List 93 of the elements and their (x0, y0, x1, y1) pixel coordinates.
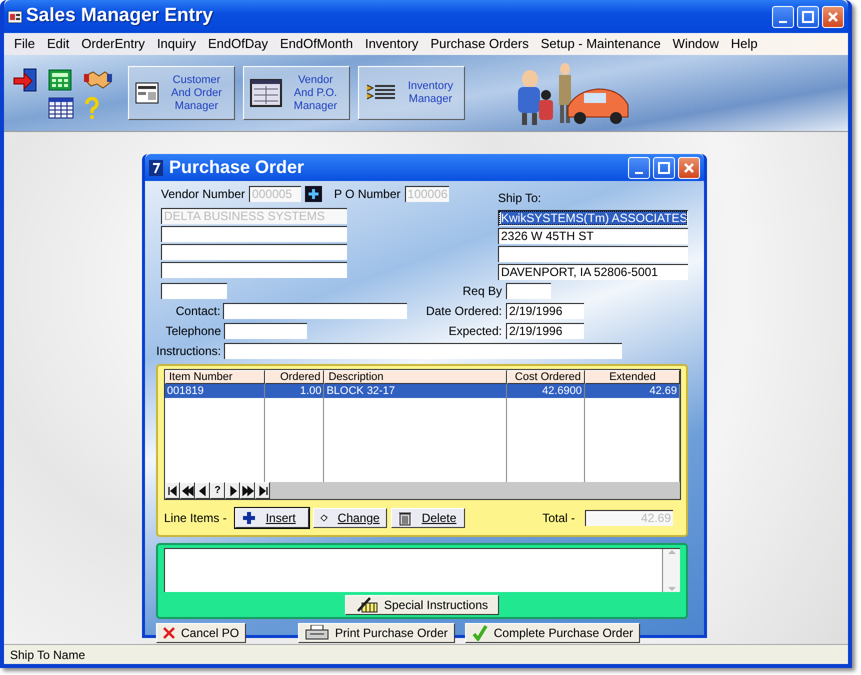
input-field[interactable] (224, 343, 622, 359)
field-label: Req By (462, 283, 502, 300)
input-field[interactable] (223, 303, 407, 319)
dialog-title: Purchase Order (169, 156, 304, 179)
input-field[interactable] (161, 226, 347, 242)
menu-item[interactable]: Setup - Maintenance (534, 34, 667, 54)
input-field[interactable] (161, 283, 227, 299)
menu-item[interactable]: File (8, 34, 41, 54)
input-field[interactable] (161, 262, 347, 278)
check-icon (472, 625, 488, 641)
field-label: Telephone (164, 323, 221, 340)
menu-item[interactable]: Help (724, 34, 764, 54)
plus-icon (242, 511, 256, 525)
nav-button[interactable] (225, 482, 240, 499)
field-label: Contact: (174, 303, 220, 320)
table-row[interactable]: 001819 1.00 BLOCK 32-17 42.6900 42.69 (165, 384, 680, 398)
menu-item[interactable]: Purchase Orders (424, 34, 535, 54)
app-icon (149, 160, 163, 176)
pencil-grid-icon (356, 597, 378, 613)
menu-item[interactable]: OrderEntry (75, 34, 151, 54)
close-button[interactable] (822, 6, 844, 28)
close-icon (683, 162, 695, 174)
input-field[interactable]: 2326 W 45TH ST (498, 228, 688, 244)
nav-button[interactable] (165, 482, 180, 499)
minimize-button[interactable] (772, 6, 794, 28)
rewind-icon (182, 484, 194, 496)
input-field[interactable] (506, 283, 551, 299)
field-label: Date Ordered: (424, 303, 502, 320)
input-field[interactable] (224, 323, 307, 339)
app-icon (8, 10, 22, 22)
minimize-icon (635, 172, 643, 174)
manager-button[interactable]: Inventory Manager (358, 66, 465, 120)
line-item-button[interactable]: Change (312, 508, 387, 528)
previous-icon (196, 484, 208, 496)
nav-button[interactable] (180, 482, 195, 499)
add-icon[interactable] (305, 186, 322, 202)
status-bar-text: Ship To Name (10, 646, 86, 664)
maximize-icon (802, 10, 814, 22)
window-title: Sales Manager Entry (26, 4, 213, 28)
input-field[interactable]: KwikSYSTEMS(Tm) ASSOCIATES (498, 210, 688, 226)
last-icon (256, 484, 268, 496)
nav-button[interactable] (255, 482, 270, 499)
form-icon (135, 82, 159, 104)
cross-icon (163, 627, 175, 639)
input-field[interactable] (498, 246, 688, 262)
menu-item[interactable]: Window (666, 34, 725, 54)
fast-forward-icon (242, 484, 254, 496)
menu-item[interactable]: EndOfMonth (274, 34, 359, 54)
field-label: Expected: (448, 323, 502, 340)
menu-item[interactable]: Inventory (358, 34, 424, 54)
manager-button[interactable]: Customer And Order Manager (128, 66, 235, 120)
minimize-icon (779, 20, 787, 22)
menu-item[interactable]: Inquiry (150, 34, 202, 54)
column-header[interactable]: Description (324, 370, 507, 384)
trash-icon (398, 510, 412, 526)
notes-field[interactable] (164, 548, 680, 592)
minimize-button[interactable] (628, 156, 650, 178)
input-field[interactable]: 2/19/1996 (506, 323, 584, 339)
line-item-button[interactable]: Insert (234, 508, 309, 528)
printer-icon (305, 625, 330, 641)
input-field[interactable]: 2/19/1996 (506, 303, 584, 319)
field-label: Ship To: (498, 190, 542, 207)
footer-button[interactable]: Cancel PO (156, 623, 246, 643)
column-header[interactable]: Item Number (165, 370, 266, 384)
close-button[interactable] (678, 156, 700, 178)
calculator-icon[interactable] (48, 69, 72, 91)
line-items-label: Line Items - (164, 510, 227, 527)
first-icon (166, 484, 178, 496)
footer-button[interactable]: Print Purchase Order (298, 623, 455, 643)
line-item-button[interactable]: Delete (390, 508, 465, 528)
maximize-button[interactable] (797, 6, 819, 28)
nav-button[interactable] (240, 482, 255, 499)
field-label: Vendor Number (161, 186, 246, 203)
field-label: Instructions: (155, 343, 221, 360)
column-header[interactable]: Ordered (265, 370, 324, 384)
calendar-icon[interactable] (48, 97, 74, 119)
menu-item[interactable]: EndOfDay (202, 34, 274, 54)
window-grid-icon (250, 79, 282, 107)
total-label: Total - (542, 510, 575, 527)
footer-button[interactable]: Complete Purchase Order (464, 623, 640, 643)
maximize-button[interactable] (653, 156, 675, 178)
column-header[interactable]: Extended (584, 370, 680, 384)
nav-button[interactable] (195, 482, 210, 499)
manager-button[interactable]: Vendor And P.O. Manager (243, 66, 350, 120)
help-nav-button[interactable]: ? (210, 482, 225, 499)
special-instructions-button[interactable]: Special Instructions (344, 595, 500, 615)
menu-item[interactable]: Edit (40, 34, 76, 54)
column-header[interactable]: Cost Ordered (506, 370, 585, 384)
input-field[interactable]: DAVENPORT, IA 52806-5001 (498, 264, 688, 280)
close-icon (827, 10, 839, 22)
input-field[interactable] (161, 244, 347, 260)
maximize-icon (658, 162, 670, 174)
field-label: P O Number (334, 186, 401, 203)
